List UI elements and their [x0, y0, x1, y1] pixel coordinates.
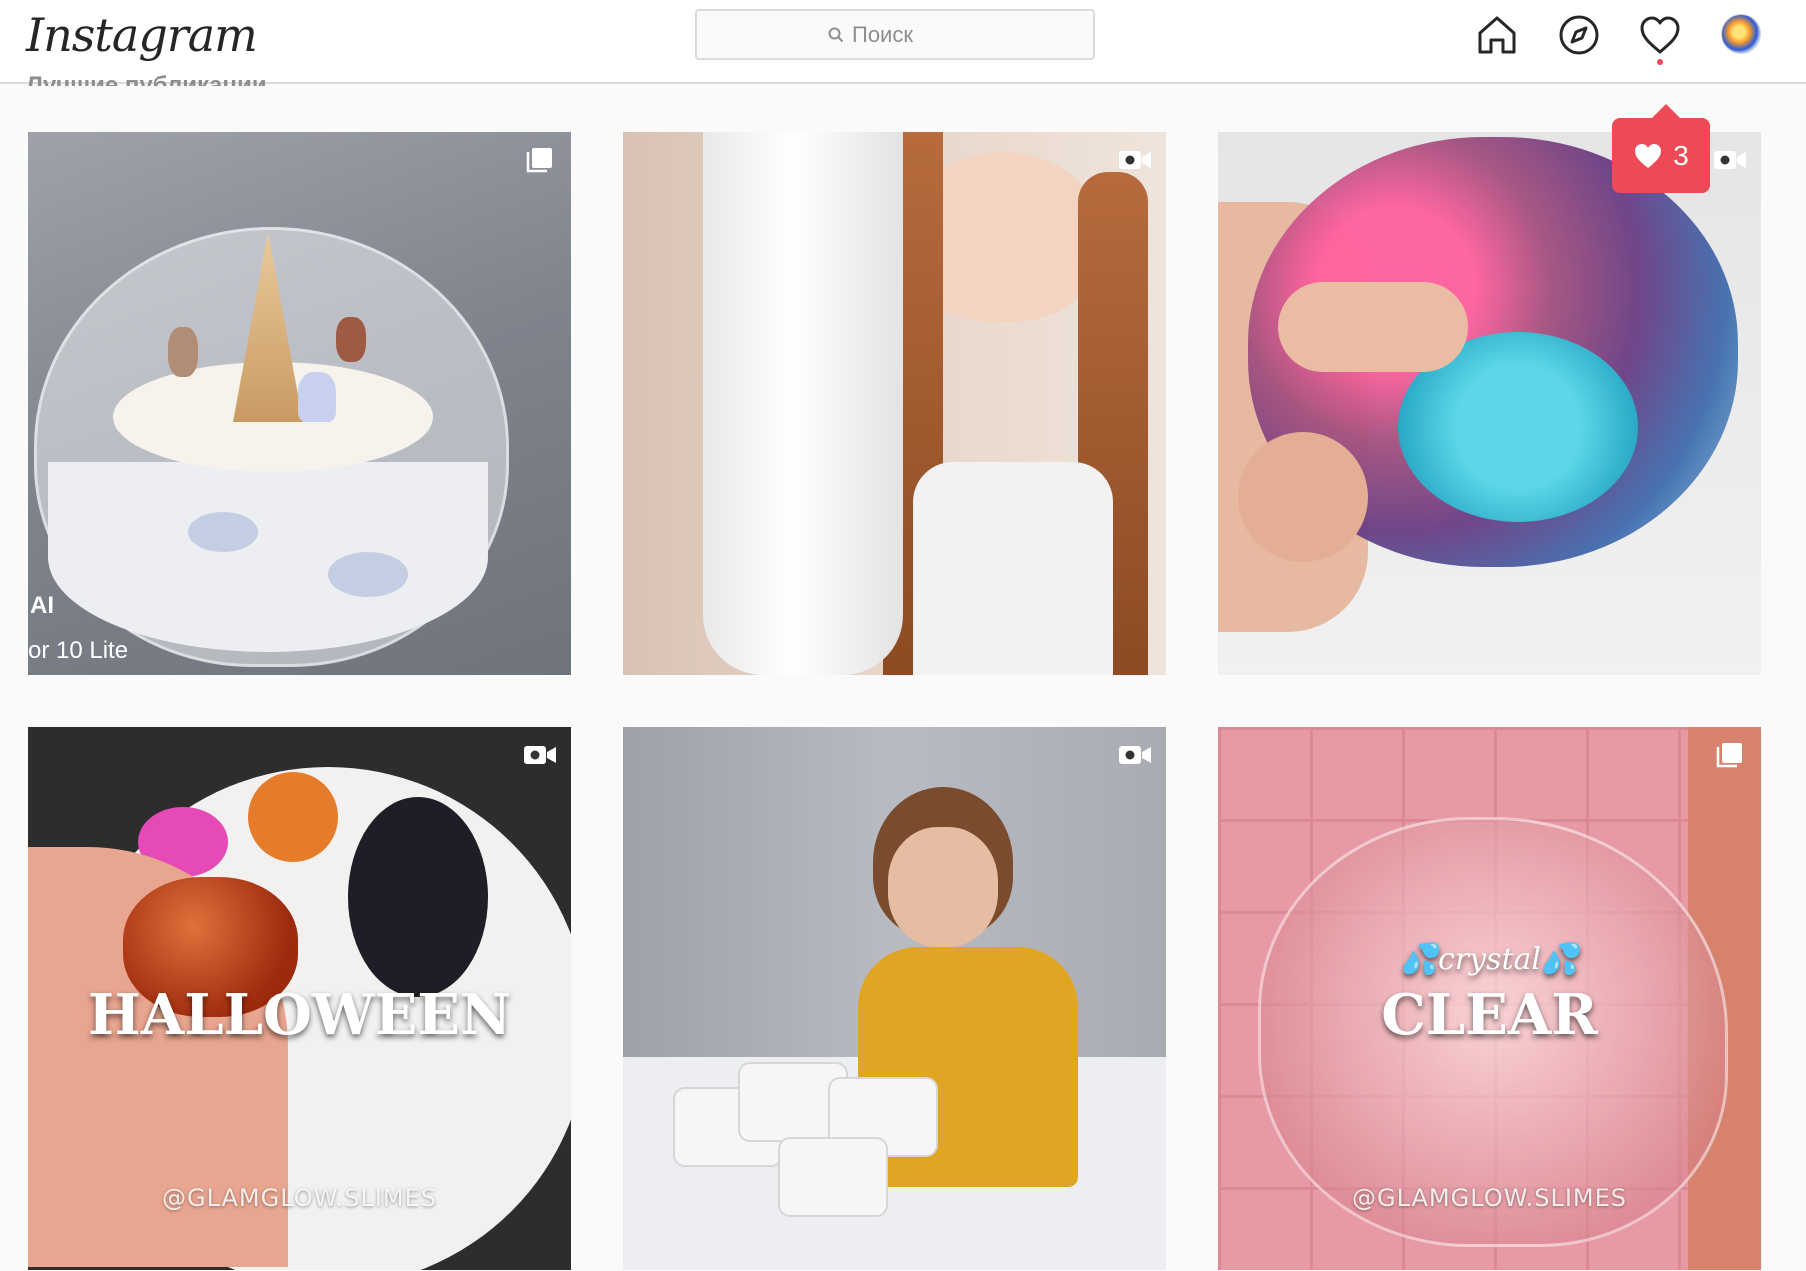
notification-dot	[1657, 59, 1663, 65]
search-box[interactable]	[695, 9, 1095, 60]
section-title: Лучшие публикации	[26, 74, 267, 86]
video-icon	[1713, 146, 1747, 174]
post-tile-4[interactable]: HALLOWEEN @GLAMGLOW.SLIMES	[28, 727, 571, 1270]
carousel-icon	[1713, 741, 1747, 769]
camera-watermark-text: or 10 Lite	[28, 637, 129, 664]
heart-filled-icon	[1635, 143, 1662, 168]
likes-notification-popup[interactable]: 3	[1612, 104, 1710, 193]
camera-watermark-logo: AI	[30, 592, 54, 619]
post-caption-halloween: HALLOWEEN	[87, 982, 512, 1048]
post-caption-clear: CLEAR	[1381, 982, 1598, 1048]
profile-avatar[interactable]	[1721, 14, 1761, 54]
post-tile-6[interactable]: 💦crystal💦 CLEAR @GLAMGLOW.SLIMES	[1218, 727, 1761, 1270]
search-icon	[828, 27, 844, 42]
explore-compass-icon[interactable]	[1556, 12, 1602, 58]
top-navigation-bar: Instagram	[0, 0, 1806, 84]
post-tile-1[interactable]: AI or 10 Lite	[28, 132, 571, 675]
activity-heart-icon[interactable]	[1637, 12, 1683, 58]
post-watermark-handle: @GLAMGLOW.SLIMES	[161, 1184, 438, 1212]
post-watermark-handle: @GLAMGLOW.SLIMES	[1351, 1184, 1628, 1212]
video-icon	[1118, 146, 1152, 174]
instagram-logo[interactable]: Instagram	[26, 8, 258, 62]
search-input[interactable]	[852, 21, 962, 48]
post-tile-3[interactable]	[1218, 132, 1761, 675]
post-tile-5[interactable]	[623, 727, 1166, 1270]
video-icon	[1118, 741, 1152, 769]
post-caption-crystal: 💦crystal💦	[1400, 942, 1579, 977]
home-icon[interactable]	[1474, 12, 1520, 58]
likes-count: 3	[1673, 139, 1689, 171]
carousel-icon	[523, 146, 557, 174]
video-icon	[523, 741, 557, 769]
post-tile-2[interactable]	[623, 132, 1166, 675]
